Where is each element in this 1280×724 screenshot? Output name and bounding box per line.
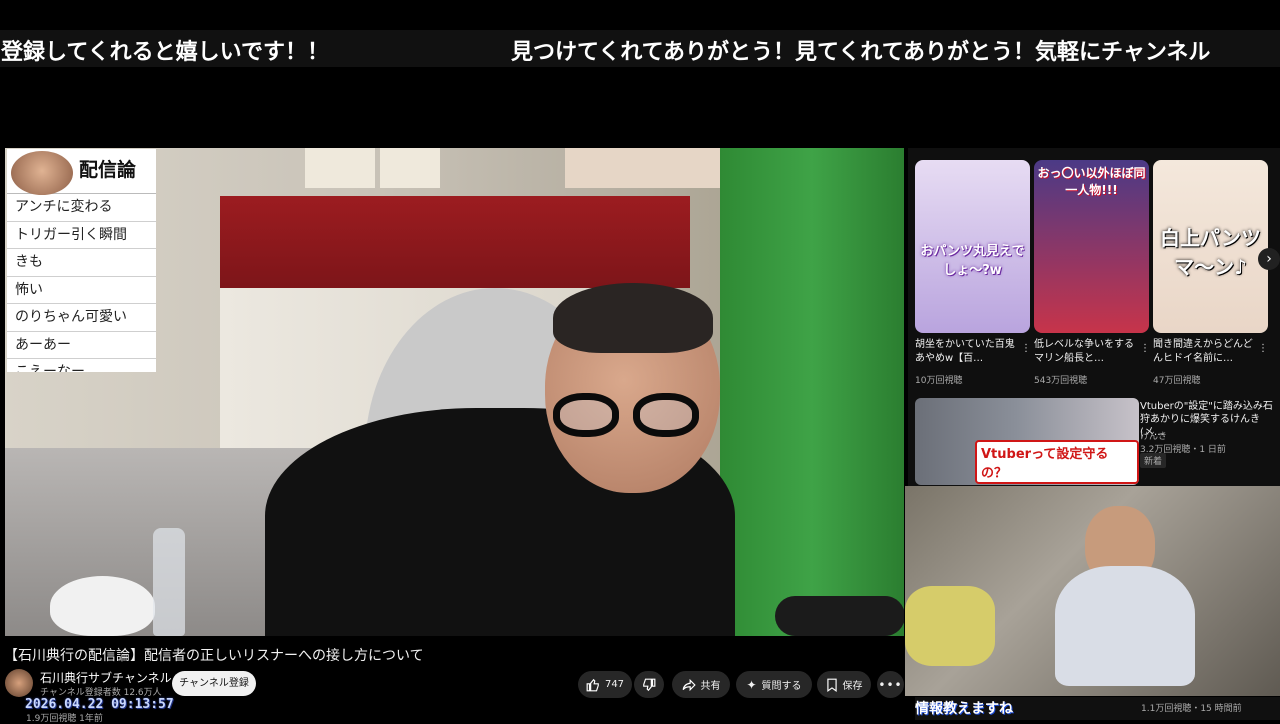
comment-item: アンチに変わる — [7, 194, 156, 222]
bookmark-icon — [826, 678, 837, 692]
scrolling-ticker: 登録してくれると嬉しいです！！ 見つけてくれてありがとう！見てくれてありがとう！… — [0, 30, 1280, 67]
green-screen — [720, 148, 904, 636]
avatar — [11, 151, 73, 195]
picture-in-picture-video[interactable] — [905, 486, 1280, 696]
comment-item: 怖い — [7, 277, 156, 304]
comment-overlay-header: 配信論 — [7, 149, 156, 195]
wall-poster — [565, 148, 745, 188]
share-button[interactable]: 共有 — [672, 671, 730, 698]
short-views: 10万回視聴 — [915, 376, 963, 386]
share-label: 共有 — [700, 681, 721, 692]
more-vertical-icon[interactable]: ⋮ — [1258, 343, 1268, 354]
video-title: 【石川典行の配信論】配信者の正しいリスナーへの接し方について — [4, 648, 424, 664]
more-vertical-icon[interactable]: ⋮ — [1140, 343, 1150, 354]
comment-item: きも — [7, 249, 156, 277]
ask-button[interactable]: ✦ 質問する — [736, 671, 812, 698]
comment-item: のりちゃん可愛い — [7, 304, 156, 332]
short-title[interactable]: 低レベルな争いをするマリン船長と… — [1034, 338, 1142, 366]
sparkle-icon: ✦ — [746, 677, 757, 692]
comment-overlay-title: 配信論 — [79, 159, 137, 181]
chevron-right-icon[interactable]: › — [1258, 248, 1280, 270]
short-views: 47万回視聴 — [1153, 376, 1201, 386]
short-thumbnail-caption: 白上パンツマ～ン♪ — [1160, 226, 1261, 279]
comment-item: あーあー — [7, 332, 156, 359]
short-title[interactable]: 聞き間違えからどんどんヒドイ名前に… — [1153, 338, 1261, 366]
ticker-text-left: 登録してくれると嬉しいです！！ — [1, 39, 330, 65]
channel-avatar[interactable] — [5, 669, 33, 697]
new-badge: 新着 — [1140, 453, 1167, 468]
bottom-card-meta: 1.1万回視聴・15 時間前 — [1141, 704, 1242, 714]
comment-item: トリガー引く瞬間 — [7, 222, 156, 249]
short-thumbnail[interactable]: おパンツ丸見えでしょ～?w — [915, 160, 1030, 333]
more-actions-button[interactable]: ••• — [877, 671, 904, 698]
comment-item: こえーなー — [7, 359, 156, 372]
comment-overlay: 配信論 アンチに変わる トリガー引く瞬間 きも 怖い のりちゃん可愛い あーあー… — [7, 149, 156, 372]
bowl — [50, 576, 155, 636]
ask-label: 質問する — [761, 681, 802, 692]
thumb-up-icon — [586, 678, 599, 691]
video-view-count: 1.9万回視聴 1年前 — [26, 714, 103, 724]
bottom-card-caption: 情報教えますね — [915, 701, 1013, 717]
clutter — [905, 586, 995, 666]
thumb-down-icon — [643, 678, 656, 691]
wall-poster — [380, 148, 440, 188]
save-label: 保存 — [842, 681, 863, 692]
short-thumbnail[interactable]: おっ〇い以外ほぼ同一人物!!! — [1034, 160, 1149, 333]
person-body — [1055, 566, 1195, 686]
dislike-button[interactable] — [634, 671, 664, 698]
short-thumbnail-caption: おパンツ丸見えでしょ～?w — [920, 244, 1025, 278]
shorts-shelf: おパンツ丸見えでしょ～?w おっ〇い以外ほぼ同一人物!!! 白上パンツマ～ン♪ … — [908, 148, 1280, 488]
glasses — [553, 393, 713, 443]
bottom-card[interactable]: 情報教えますね 1.1万回視聴・15 時間前 — [915, 697, 1280, 720]
channel-name[interactable]: 石川典行サブチャンネル — [40, 669, 172, 686]
save-button[interactable]: 保存 — [817, 671, 871, 698]
short-views: 543万回視聴 — [1034, 376, 1088, 386]
red-curtain — [220, 196, 690, 288]
bottle — [153, 528, 185, 636]
more-horizontal-icon: ••• — [878, 677, 903, 692]
streamer-hair — [553, 283, 713, 353]
short-thumbnail[interactable]: 白上パンツマ～ン♪ — [1153, 160, 1268, 333]
more-vertical-icon[interactable]: ⋮ — [1021, 343, 1031, 354]
thumbnail-caption: Vtuberって設定守るの？ — [975, 440, 1139, 484]
recommended-channel[interactable]: けんき — [1140, 429, 1167, 442]
ticker-text-right: 見つけてくれてありがとう！見てくれてありがとう！気軽にチャンネル — [511, 39, 1211, 65]
wall-poster — [305, 148, 375, 188]
microphone — [775, 596, 904, 636]
timestamp-overlay: 2026.04.22 09:13:57 — [25, 697, 174, 712]
short-thumbnail-caption: おっ〇い以外ほぼ同一人物!!! — [1037, 166, 1146, 197]
like-count: 747 — [604, 679, 625, 690]
recommended-video-thumbnail[interactable]: Vtuberって設定守るの？ — [915, 398, 1139, 485]
short-title[interactable]: 胡坐をかいていた百鬼あやめw【百… — [915, 338, 1023, 366]
share-icon — [682, 678, 696, 691]
like-button[interactable]: 747 — [578, 671, 632, 698]
subscribe-button[interactable]: チャンネル登録 — [172, 671, 256, 696]
